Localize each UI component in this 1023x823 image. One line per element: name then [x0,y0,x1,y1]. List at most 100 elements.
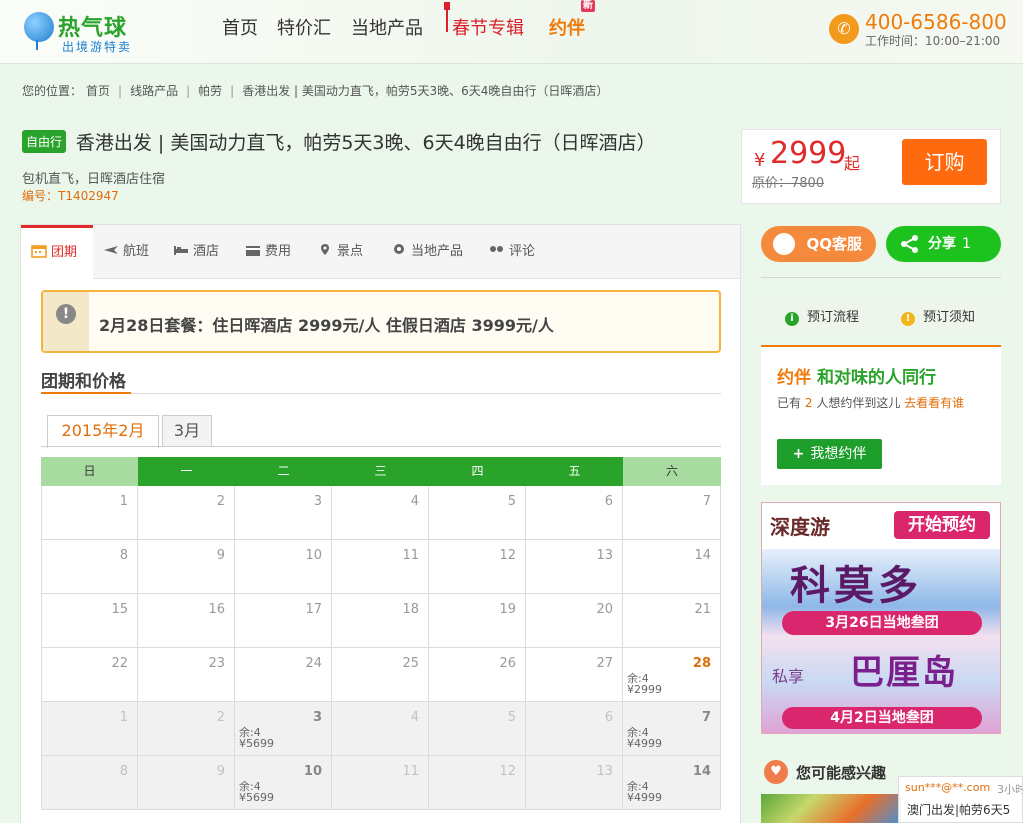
calendar-day: 3 [235,486,332,540]
day-number: 10 [305,548,322,563]
day-number: 6 [604,710,613,725]
day-number: 1 [119,494,128,509]
qq-service-button[interactable]: QQ客服 [761,226,876,262]
tab-reviews[interactable]: 评论 [489,225,535,279]
calendar-day: 14 [623,540,721,594]
tab-local-products[interactable]: 当地产品 [391,225,463,279]
new-badge: 新 [581,0,595,12]
nav-spring-festival: 春节专辑 [452,18,524,39]
calendar-day: 2 [138,486,235,540]
day-price: ¥5699 [239,791,274,804]
package-notice: ! 2月28日套餐：住日晖酒店 2999元/人 住假日酒店 3999元/人 [41,290,721,353]
calendar-day: 1 [41,486,138,540]
section-divider [41,393,721,394]
calendar-day: 4 [332,486,429,540]
breadcrumb-routes[interactable]: 线路产品 [130,84,178,98]
map-pin-icon [321,244,329,255]
day-number: 5 [507,494,516,509]
weekday-header: 六 [623,457,721,486]
month-tab-mar[interactable]: 3月 [162,415,212,447]
weekday-header: 一 [138,457,235,486]
calendar-day: 13 [526,756,623,810]
weekday-header: 五 [526,457,623,486]
breadcrumb-home[interactable]: 首页 [86,84,110,98]
tab-cost[interactable]: 费用 [245,225,291,279]
yueban-text-pre: 已有 [777,396,802,410]
price-currency: ¥ [754,150,766,171]
order-button[interactable]: 订购 [902,139,987,185]
breadcrumb-palau[interactable]: 帕劳 [198,84,222,98]
booking-process-link[interactable]: i 预订流程 [785,306,859,326]
yueban-button[interactable]: + 我想约伴 [777,439,882,469]
day-number: 20 [596,602,613,617]
day-number: 2 [216,710,225,725]
day-price: ¥5699 [239,737,274,750]
day-number: 7 [702,494,711,509]
warning-icon: ! [901,312,915,326]
calendar-day-available[interactable]: 14 余:4 ¥4999 [623,756,721,810]
calendar-day-available[interactable]: 10 余:4 ¥5699 [235,756,332,810]
calendar-day-available[interactable]: 28 余:4 ¥2999 [623,648,721,702]
product-type-tag: 自由行 [22,130,67,153]
weekday-header: 二 [235,457,332,486]
day-number: 4 [410,494,419,509]
site-logo[interactable]: 热气球 出境游特卖 [24,8,154,54]
calendar-day: 26 [429,648,526,702]
interest-header: ♥ 您可能感兴趣 [764,760,886,784]
calendar-day: 4 [332,702,429,756]
original-price: 原价：7800 [752,176,825,191]
day-price: ¥4999 [627,737,662,750]
share-button[interactable]: 分享 1 [886,226,1001,262]
recommendation-card[interactable]: sun***@**.com 3小时 澳门出发|帕劳6天5 [898,776,1023,823]
day-number: 19 [499,602,516,617]
nav-yueban-wrap[interactable]: 约伴 新 [549,0,595,40]
price-box: ¥ 2999 起 原价：7800 订购 [741,129,1001,204]
wallet-icon [246,246,260,256]
day-number: 8 [119,764,128,779]
nav-deals[interactable]: 特价汇 [277,14,331,40]
tab-label: 团期 [51,245,78,260]
ad-cta: 开始预约 [894,511,990,539]
day-number: 13 [596,548,613,563]
yueban-text: 已有 2 人想约伴到这儿 去看看有谁 [777,393,992,413]
chinese-knot-icon [444,2,450,32]
nav-local-products[interactable]: 当地产品 [351,14,423,40]
promo-banner[interactable]: 深度游 开始预约 科莫多 3月26日当地叁团 私享 巴厘岛 4月2日当地叁团 [761,502,1001,734]
month-tab-feb[interactable]: 2015年2月 [47,415,159,448]
day-number: 22 [111,656,128,671]
day-number: 13 [596,764,613,779]
notice-text: 2月28日套餐：住日晖酒店 2999元/人 住假日酒店 3999元/人 [99,316,554,335]
breadcrumb-separator: | [118,84,123,98]
tab-hotel[interactable]: 酒店 [173,225,219,279]
nav-home[interactable]: 首页 [222,14,258,40]
calendar-day: 11 [332,756,429,810]
day-number: 11 [402,764,419,779]
calendar-day-available[interactable]: 3 余:4 ¥5699 [235,702,332,756]
calendar-header: 日一二三四五六 [41,457,721,486]
calendar-day-available[interactable]: 7 余:4 ¥4999 [623,702,721,756]
tab-sights[interactable]: 景点 [317,225,363,279]
breadcrumb-prefix: 您的位置： [22,84,83,98]
tab-flight[interactable]: 航班 [103,225,149,279]
ad-date-1: 3月26日当地叁团 [782,611,982,635]
calendar-day: 6 [526,486,623,540]
section-title: 团期和价格 [41,372,126,392]
nav-spring-festival-wrap[interactable]: 春节专辑 [444,2,524,40]
day-number: 27 [596,656,613,671]
calendar-day: 23 [138,648,235,702]
booking-notes-link[interactable]: ! 预订须知 [901,306,975,326]
site-header: 热气球 出境游特卖 首页 特价汇 当地产品 春节专辑 约伴 新 ✆ 400-65… [0,0,1023,64]
recommendation-image[interactable] [761,794,901,823]
calendar-day: 18 [332,594,429,648]
info-icon: i [785,312,799,326]
day-number: 24 [305,656,322,671]
day-number: 12 [499,548,516,563]
yueban-see-who-link[interactable]: 去看看有谁 [904,396,964,410]
tab-schedule[interactable]: 团期 [21,225,93,279]
calendar-day: 20 [526,594,623,648]
day-number: 3 [312,710,322,725]
share-icon [901,235,918,253]
calendar-day: 9 [138,540,235,594]
weekday-header: 四 [429,457,526,486]
product-subtitle: 包机直飞，日晖酒店住宿 [22,172,166,187]
